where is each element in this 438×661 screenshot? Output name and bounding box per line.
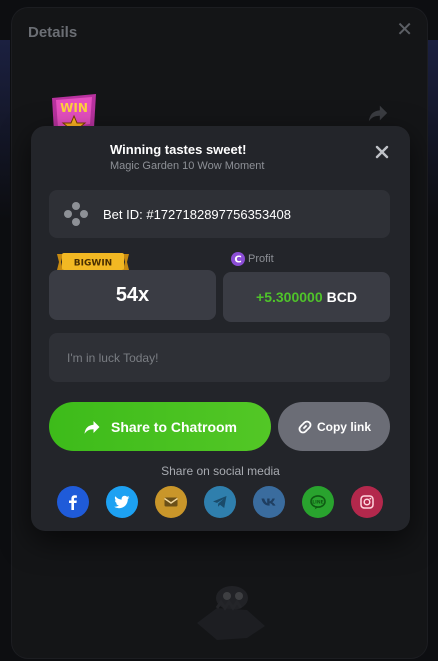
- bcd-coin-icon: C: [231, 252, 245, 266]
- profit-label-text: Profit: [248, 253, 274, 265]
- message-input[interactable]: [49, 333, 390, 382]
- share-arrow-icon: [84, 420, 100, 434]
- social-buttons: LINE: [57, 486, 383, 518]
- share-arrow-icon[interactable]: [367, 102, 389, 124]
- email-icon: [164, 497, 178, 507]
- bigwin-badge: BIGWIN: [57, 253, 129, 270]
- bigwin-badge-text: BIGWIN: [74, 259, 112, 269]
- facebook-icon: [69, 495, 77, 510]
- facebook-button[interactable]: [57, 486, 89, 518]
- telegram-icon: [213, 496, 227, 508]
- multiplier-value: 54x: [49, 270, 216, 320]
- svg-text:C: C: [234, 255, 241, 266]
- mascot-icon: [197, 586, 265, 640]
- bet-id-text: Bet ID: #1727182897756353408: [103, 206, 291, 222]
- vk-button[interactable]: [253, 486, 285, 518]
- svg-text:LINE: LINE: [312, 500, 323, 506]
- game-icon: [64, 202, 88, 226]
- email-button[interactable]: [155, 486, 187, 518]
- share-modal: Winning tastes sweet! Magic Garden 10 Wo…: [31, 126, 410, 531]
- profit-label: C Profit: [231, 252, 274, 266]
- backdrop-strip: [428, 40, 438, 220]
- details-title: Details: [28, 24, 78, 41]
- twitter-button[interactable]: [106, 486, 138, 518]
- backdrop-strip: [0, 40, 10, 220]
- profit-value: +5.300000: [256, 289, 323, 305]
- share-social-label: Share on social media: [161, 464, 280, 478]
- modal-subtitle: Magic Garden 10 Wow Moment: [110, 160, 265, 172]
- close-icon[interactable]: [374, 144, 390, 160]
- details-close-icon[interactable]: ✕: [396, 20, 413, 40]
- twitter-icon: [114, 495, 130, 509]
- link-icon: [298, 420, 312, 433]
- profit-currency: BCD: [326, 289, 357, 305]
- win-logo-text: WIN: [60, 101, 88, 115]
- telegram-button[interactable]: [204, 486, 236, 518]
- line-button[interactable]: LINE: [302, 486, 334, 518]
- copy-link-label: Copy link: [316, 419, 371, 434]
- instagram-button[interactable]: [351, 486, 383, 518]
- profit-box: +5.300000 BCD: [223, 272, 390, 322]
- instagram-icon: [360, 495, 374, 509]
- vk-icon: [261, 498, 276, 506]
- bet-id-row: Bet ID: #1727182897756353408: [49, 190, 390, 238]
- modal-title: Winning tastes sweet!: [110, 142, 247, 157]
- line-icon: LINE: [310, 495, 326, 510]
- share-to-chatroom-label: Share to Chatroom: [110, 418, 237, 435]
- copy-link-button[interactable]: Copy link: [278, 402, 390, 451]
- share-to-chatroom-button[interactable]: Share to Chatroom: [49, 402, 271, 451]
